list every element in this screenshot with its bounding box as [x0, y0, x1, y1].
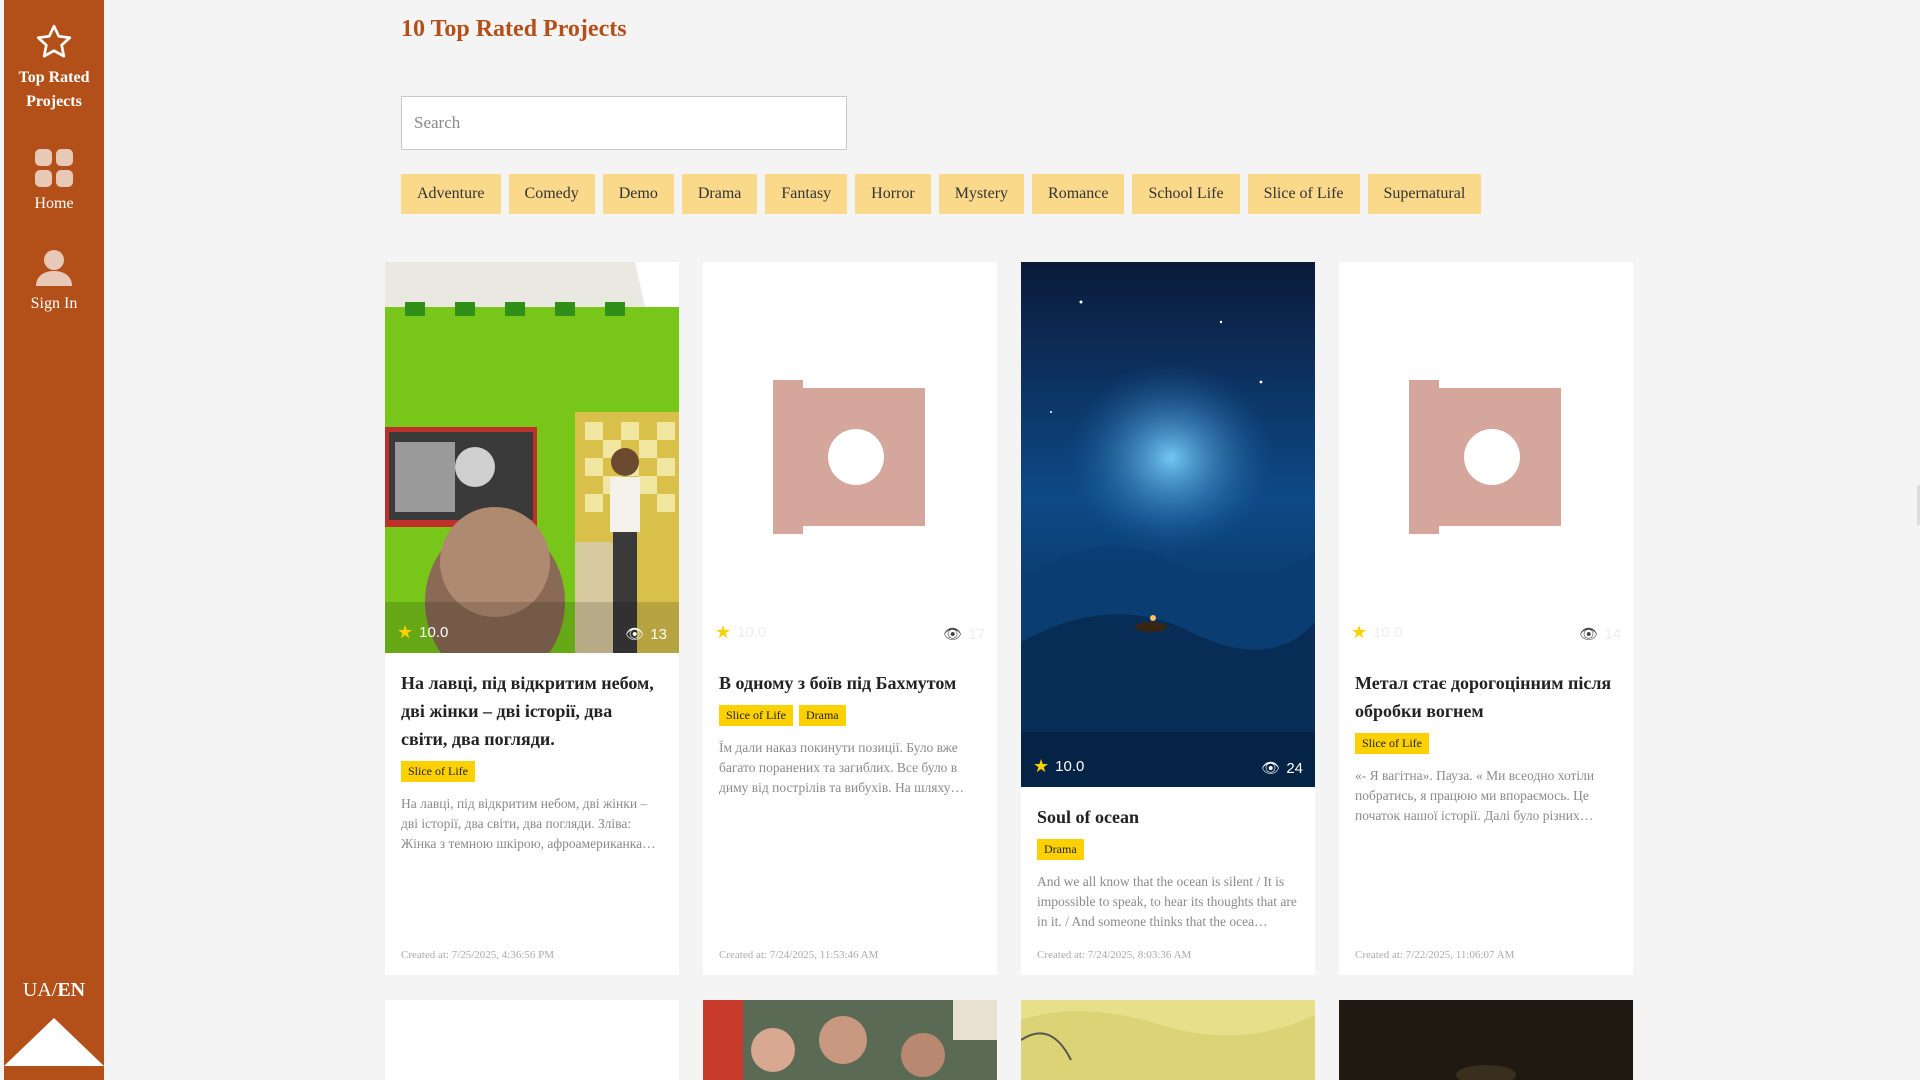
- project-card[interactable]: [1339, 1000, 1633, 1080]
- lang-ua[interactable]: UA: [23, 979, 52, 1001]
- genre-romance[interactable]: Romance: [1032, 174, 1125, 214]
- page-title: 10 Top Rated Projects: [401, 16, 627, 42]
- card-title[interactable]: В одному з боїв під Бахмутом: [719, 669, 981, 697]
- card-description: Їм дали наказ покинути позиції. Було вже…: [719, 740, 964, 795]
- eye-icon: 👁: [1261, 760, 1281, 777]
- project-card[interactable]: ★ 10.0 👁 17 В одному з боїв під Бахмутом…: [703, 262, 997, 975]
- created-date: Created at: 7/22/2025, 11:06:07 AM: [1355, 949, 1515, 961]
- tag[interactable]: Slice of Life: [719, 705, 793, 726]
- genre-mystery[interactable]: Mystery: [938, 174, 1025, 214]
- views: 👁 17: [943, 625, 985, 644]
- nav-sign-in[interactable]: Sign In: [4, 248, 104, 316]
- views-count: 24: [1286, 759, 1303, 777]
- project-cover-image: ★ 10.0 👁 13: [385, 262, 679, 653]
- project-cover-image: ★ 10.0 👁 17: [703, 262, 997, 653]
- genre-horror[interactable]: Horror: [855, 174, 931, 214]
- language-switch[interactable]: UA/EN: [4, 979, 104, 1002]
- project-cover-image: [1021, 1000, 1315, 1080]
- project-cover-image: [1339, 1000, 1633, 1080]
- user-icon: [36, 250, 72, 286]
- eye-icon: 👁: [625, 626, 645, 643]
- rating-value: 10.0: [1373, 624, 1403, 641]
- star-icon: ★: [1351, 622, 1368, 642]
- project-cover-image: [703, 1000, 997, 1080]
- genre-adventure[interactable]: Adventure: [401, 174, 501, 214]
- image-placeholder-icon: [773, 380, 925, 534]
- created-date: Created at: 7/24/2025, 8:03:36 AM: [1037, 949, 1192, 961]
- rating: ★ 10.0: [715, 622, 766, 643]
- tag[interactable]: Slice of Life: [401, 761, 475, 782]
- views: 👁 24: [1261, 759, 1303, 778]
- views-count: 14: [1604, 625, 1621, 643]
- rating-value: 10.0: [419, 624, 449, 641]
- views-count: 13: [650, 625, 667, 643]
- rating-value: 10.0: [1055, 758, 1085, 775]
- eye-icon: 👁: [943, 626, 963, 643]
- genre-fantasy[interactable]: Fantasy: [765, 174, 848, 214]
- views: 👁 14: [1579, 625, 1621, 644]
- card-title[interactable]: Soul of ocean: [1037, 803, 1299, 831]
- star-icon: ★: [715, 622, 732, 642]
- genre-comedy[interactable]: Comedy: [508, 174, 595, 214]
- tag[interactable]: Drama: [798, 705, 846, 726]
- genre-supernatural[interactable]: Supernatural: [1367, 174, 1482, 214]
- image-placeholder-icon: [1409, 380, 1561, 534]
- rating: ★ 10.0: [1033, 756, 1084, 777]
- card-description: And we all know that the ocean is silent…: [1037, 874, 1297, 929]
- star-icon: ★: [397, 622, 414, 642]
- scroll-to-top-button[interactable]: [4, 1018, 104, 1066]
- card-description: «- Я вагітна». Пауза. « Ми всеодно хотіл…: [1355, 768, 1595, 823]
- views-count: 17: [968, 625, 985, 643]
- project-card[interactable]: [1021, 1000, 1315, 1080]
- project-cover-image: ★ 10.0 👁 14: [1339, 262, 1633, 653]
- star-outline-icon: [36, 24, 72, 58]
- genre-slice-of-life[interactable]: Slice of Life: [1247, 174, 1360, 214]
- grid-icon: [35, 149, 73, 187]
- genre-school-life[interactable]: School Life: [1132, 174, 1240, 214]
- project-card[interactable]: [385, 1000, 679, 1080]
- views: 👁 13: [625, 625, 667, 644]
- project-card[interactable]: ★ 10.0 👁 24 Soul of ocean Drama And we a…: [1021, 262, 1315, 975]
- search-input[interactable]: [401, 96, 847, 150]
- nav-home-label: Home: [34, 195, 74, 212]
- project-card[interactable]: ★ 10.0 👁 13 На лавці, під відкритим небо…: [385, 262, 679, 975]
- nav-sign-in-label: Sign In: [30, 295, 78, 312]
- genre-drama[interactable]: Drama: [681, 174, 758, 214]
- nav-top-rated-label: Top Rated Projects: [18, 69, 90, 110]
- card-description: На лавці, під відкритим небом, дві жінки…: [401, 796, 656, 851]
- tag[interactable]: Drama: [1037, 839, 1084, 860]
- project-card[interactable]: [703, 1000, 997, 1080]
- created-date: Created at: 7/24/2025, 11:53:46 AM: [719, 949, 879, 961]
- card-title[interactable]: Метал стає дорогоцінним після обробки во…: [1355, 669, 1617, 725]
- lang-en[interactable]: EN: [57, 979, 85, 1001]
- rating-value: 10.0: [737, 624, 767, 641]
- genre-filter-list: Adventure Comedy Demo Drama Fantasy Horr…: [401, 174, 1482, 214]
- tag[interactable]: Slice of Life: [1355, 733, 1429, 754]
- rating: ★ 10.0: [397, 622, 448, 643]
- project-cover-image: ★ 10.0 👁 24: [1021, 262, 1315, 787]
- rating: ★ 10.0: [1351, 622, 1402, 643]
- sidebar: Top Rated Projects Home Sign In UA/EN: [4, 0, 104, 1080]
- genre-demo[interactable]: Demo: [602, 174, 674, 214]
- card-title[interactable]: На лавці, під відкритим небом, дві жінки…: [401, 669, 663, 753]
- nav-top-rated[interactable]: Top Rated Projects: [4, 22, 104, 114]
- nav-home[interactable]: Home: [4, 148, 104, 216]
- star-icon: ★: [1033, 756, 1050, 776]
- project-card[interactable]: ★ 10.0 👁 14 Метал стає дорогоцінним післ…: [1339, 262, 1633, 975]
- created-date: Created at: 7/25/2025, 4:36:56 PM: [401, 949, 555, 961]
- eye-icon: 👁: [1579, 626, 1599, 643]
